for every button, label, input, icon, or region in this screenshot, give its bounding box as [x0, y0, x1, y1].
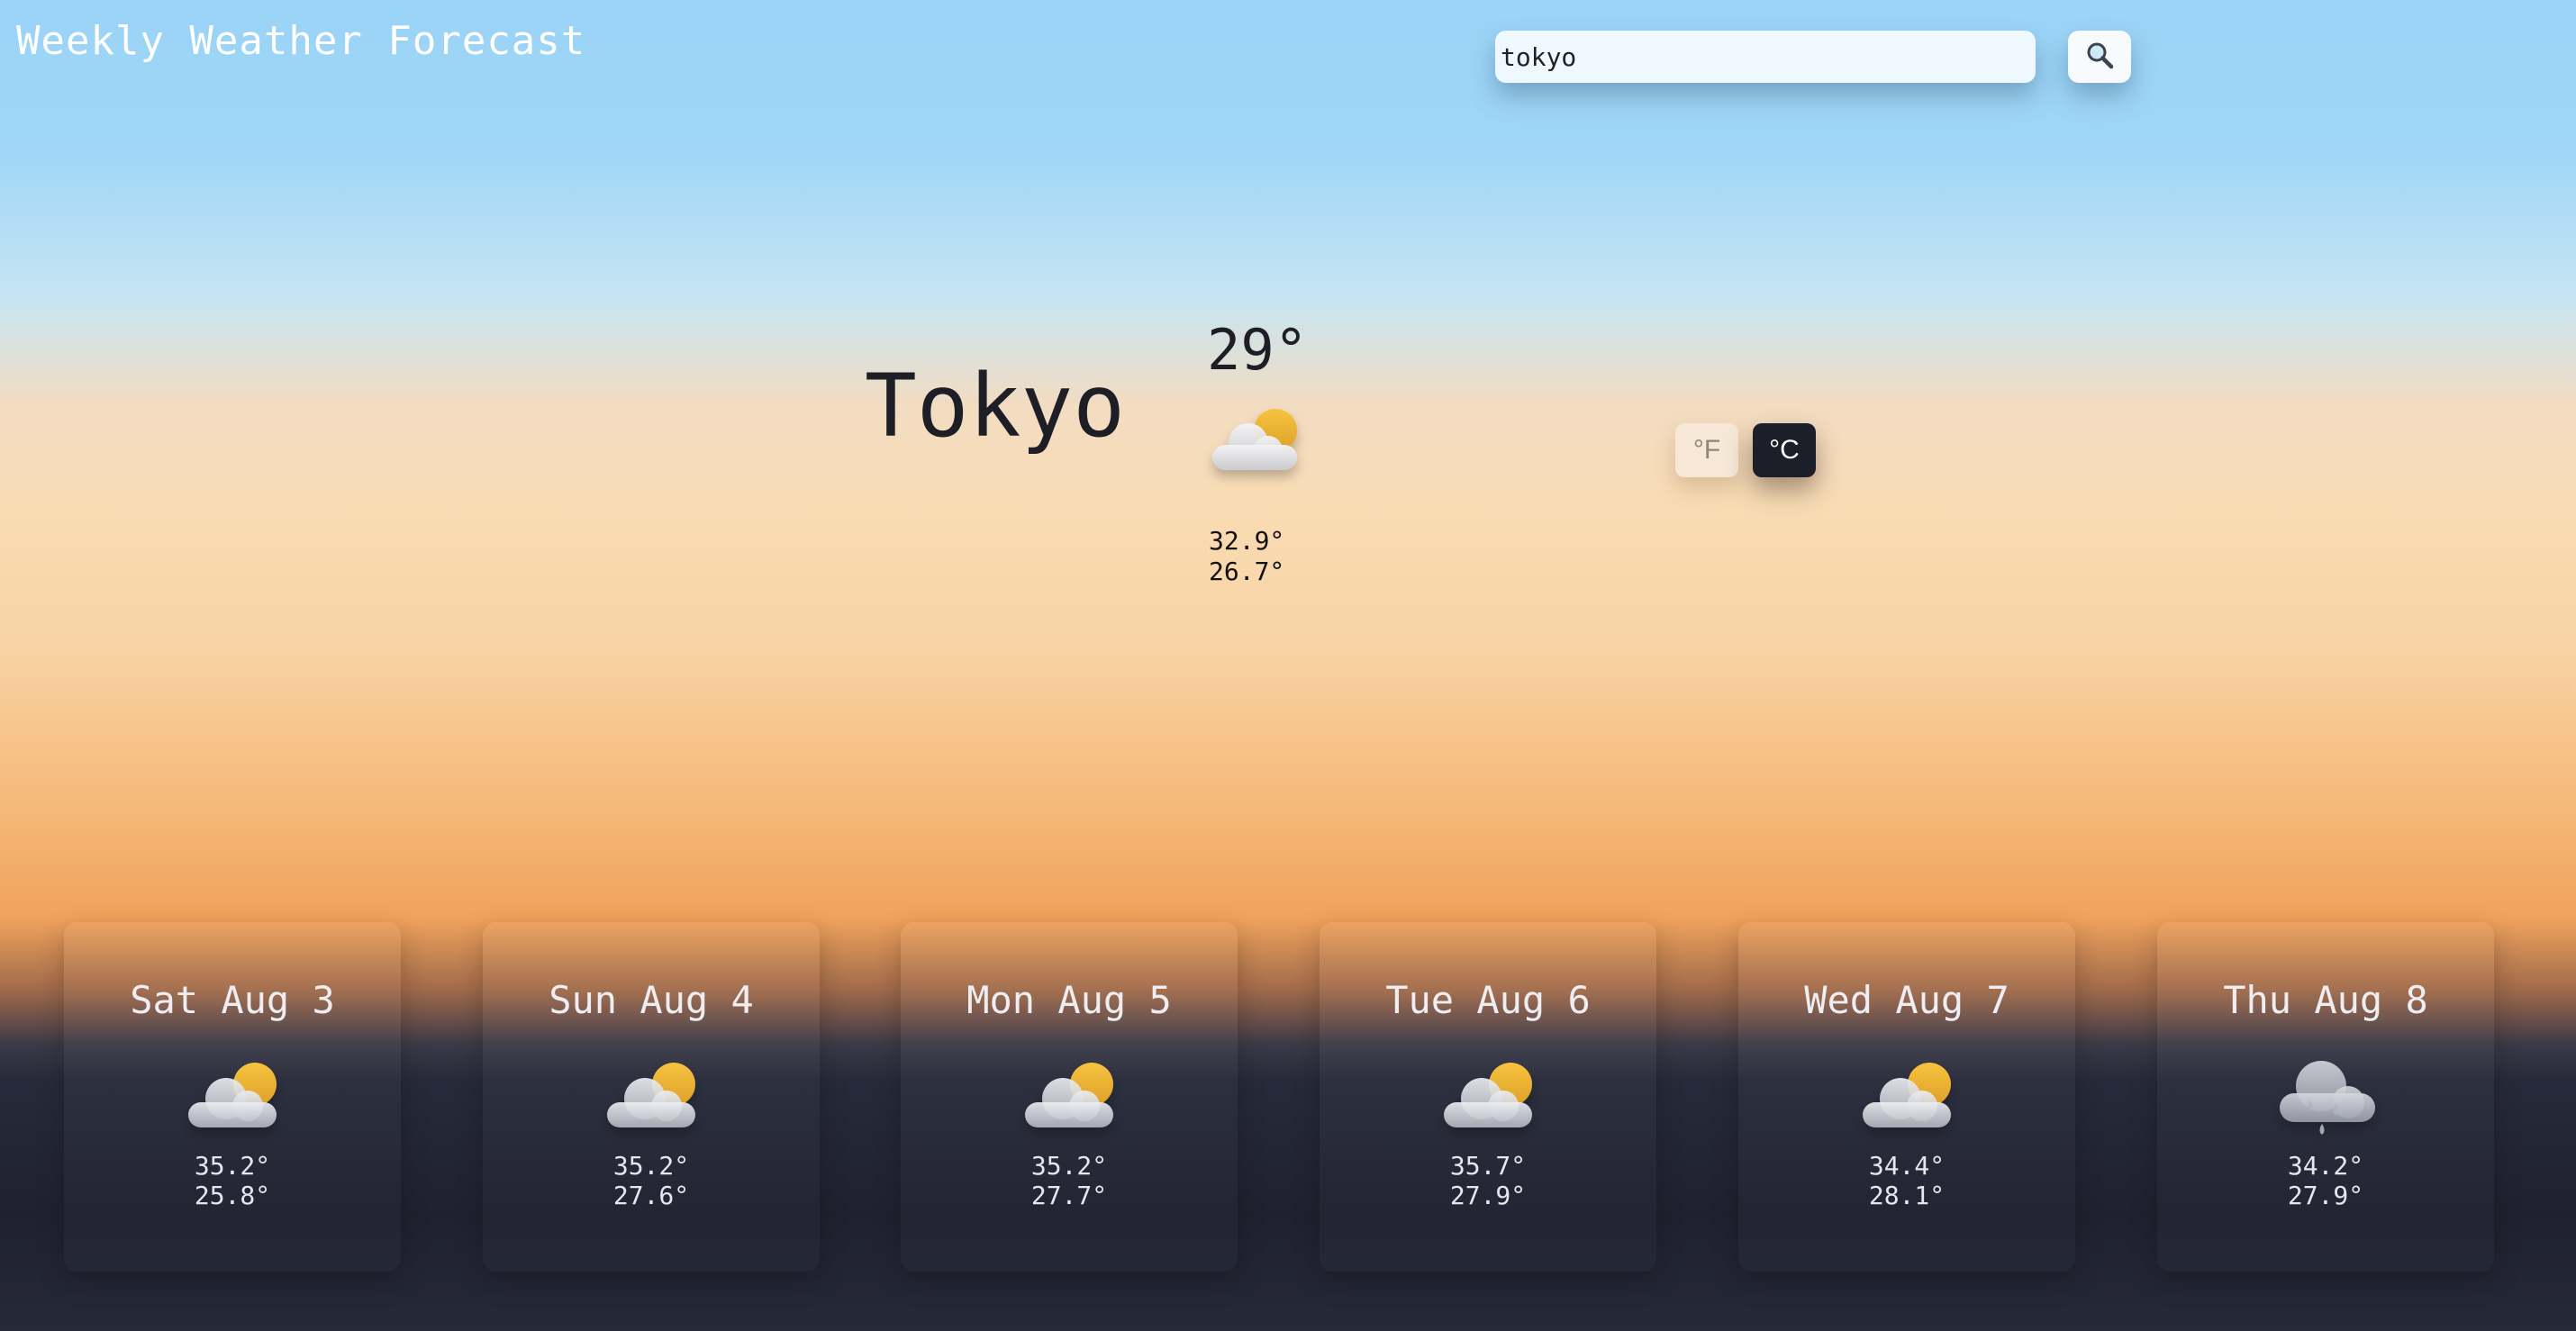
partly-cloudy-icon: [1016, 1057, 1122, 1144]
forecast-high: 34.4°: [1868, 1151, 1946, 1181]
forecast-low: 27.6°: [612, 1181, 690, 1210]
forecast-low: 27.9°: [1449, 1181, 1527, 1210]
forecast-high: 35.2°: [1030, 1151, 1108, 1181]
forecast-high: 35.7°: [1449, 1151, 1527, 1181]
forecast-high-low: 34.2° 27.9°: [2157, 1151, 2494, 1210]
forecast-day: Sat Aug 3: [130, 978, 335, 1022]
partly-cloudy-icon: [1435, 1057, 1541, 1144]
forecast-high-low: 34.4° 28.1°: [1738, 1151, 2075, 1210]
forecast-low: 27.7°: [1030, 1181, 1108, 1210]
forecast-card: Thu Aug 8 34.2° 27.9°: [2157, 922, 2494, 1272]
forecast-day: Wed Aug 7: [1804, 978, 2009, 1022]
forecast-low: 27.9°: [2287, 1181, 2364, 1210]
partly-cloudy-icon: [598, 1057, 704, 1144]
current-high-low: 32.9° 26.7°: [1209, 526, 1284, 587]
forecast-high: 35.2°: [194, 1151, 271, 1181]
forecast-card: Tue Aug 6 35.7° 27.9°: [1320, 922, 1656, 1272]
celsius-button[interactable]: °C: [1753, 423, 1816, 477]
city-name: Tokyo: [865, 356, 1125, 457]
current-high: 32.9°: [1209, 526, 1285, 556]
partly-cloudy-icon: [1854, 1057, 1960, 1144]
forecast-day: Thu Aug 8: [2223, 978, 2428, 1022]
forecast-high-low: 35.2° 25.8°: [64, 1151, 401, 1210]
forecast-day: Sun Aug 4: [549, 978, 754, 1022]
forecast-low: 25.8°: [194, 1181, 271, 1210]
search-input[interactable]: [1495, 31, 2036, 83]
rain-cloud-icon: [2272, 1057, 2379, 1144]
partly-cloudy-icon: [179, 1057, 286, 1144]
forecast-card: Wed Aug 7 34.4° 28.1°: [1738, 922, 2075, 1272]
current-low: 26.7°: [1209, 557, 1285, 586]
forecast-card: Sun Aug 4 35.2° 27.6°: [483, 922, 820, 1272]
forecast-card: Sat Aug 3 35.2° 25.8°: [64, 922, 401, 1272]
forecast-high-low: 35.2° 27.6°: [483, 1151, 820, 1210]
forecast-high-low: 35.2° 27.7°: [901, 1151, 1238, 1210]
partly-cloudy-icon: [1207, 403, 1302, 481]
search-button[interactable]: [2068, 31, 2131, 83]
forecast-low: 28.1°: [1868, 1181, 1946, 1210]
fahrenheit-button[interactable]: °F: [1675, 423, 1738, 477]
forecast-day: Mon Aug 5: [966, 978, 1172, 1022]
app-title: Weekly Weather Forecast: [16, 18, 586, 64]
forecast-high-low: 35.7° 27.9°: [1320, 1151, 1656, 1210]
forecast-high: 35.2°: [612, 1151, 690, 1181]
forecast-high: 34.2°: [2287, 1151, 2364, 1181]
forecast-day: Tue Aug 6: [1385, 978, 1591, 1022]
current-temperature: 29°: [1207, 317, 1308, 383]
forecast-card: Mon Aug 5 35.2° 27.7°: [901, 922, 1238, 1272]
search-icon: [2084, 41, 2115, 74]
